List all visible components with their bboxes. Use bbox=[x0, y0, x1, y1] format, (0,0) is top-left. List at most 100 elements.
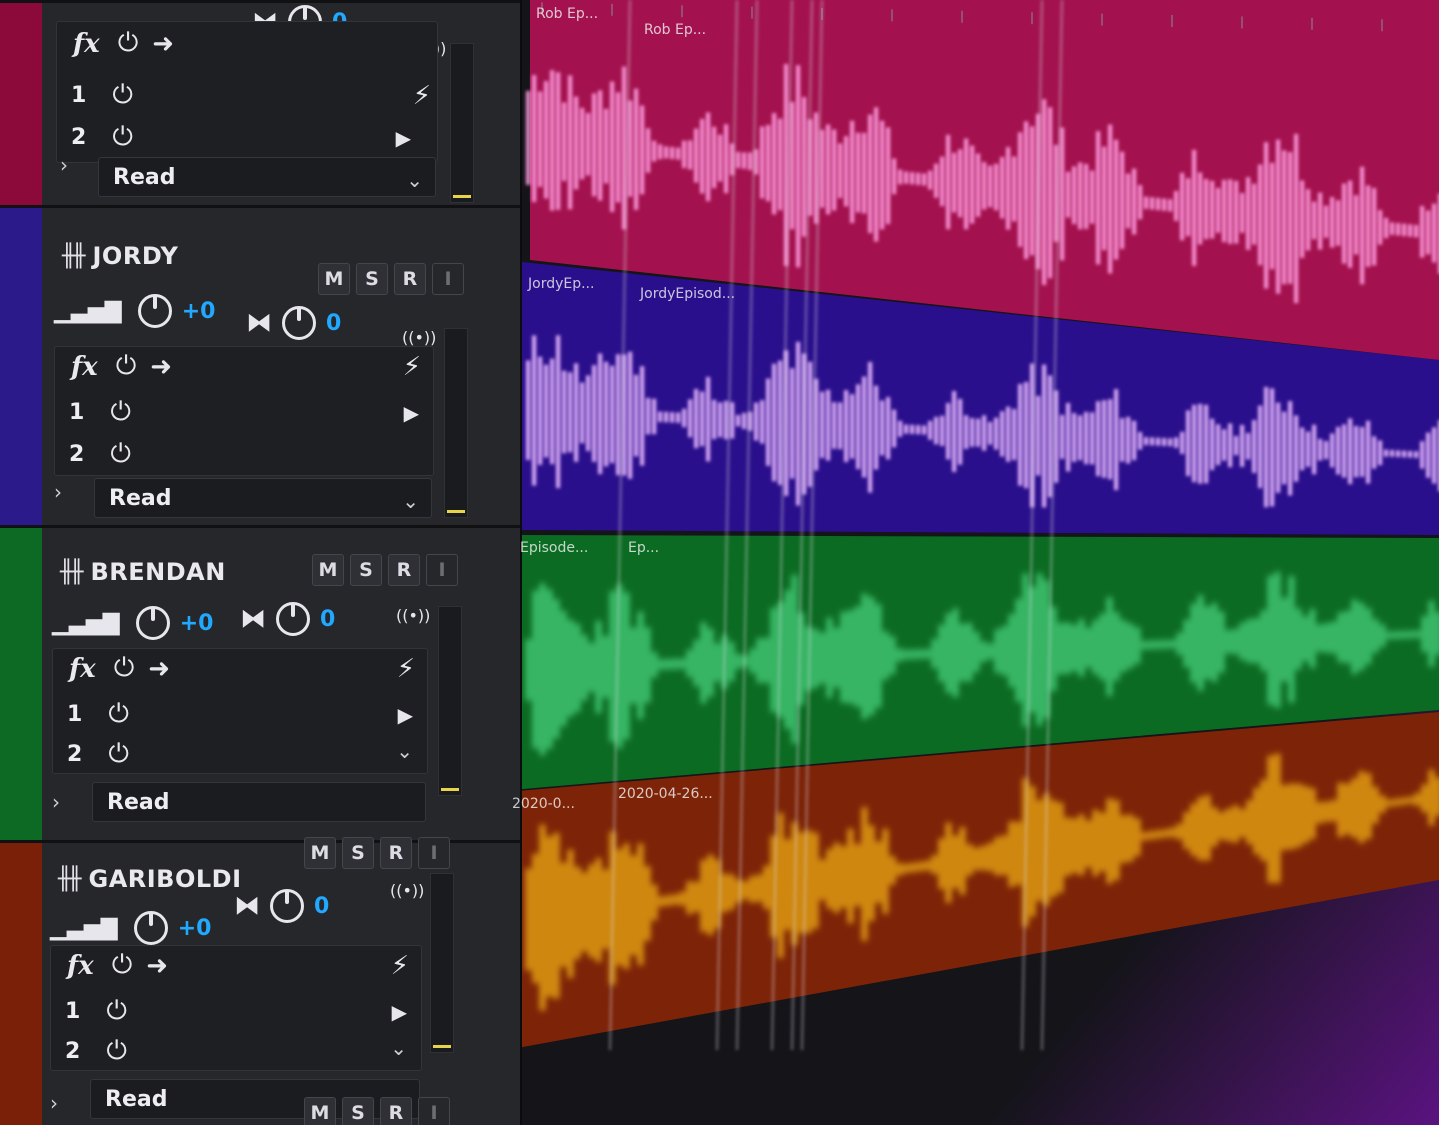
lightning-icon[interactable]: ⚡ bbox=[403, 352, 421, 382]
mute-button[interactable]: M bbox=[318, 263, 350, 295]
input-monitor-button[interactable]: I bbox=[426, 554, 458, 586]
clip-label[interactable]: 2020-04-26... bbox=[618, 786, 713, 802]
volume-knob[interactable] bbox=[135, 606, 170, 640]
chevron-down-icon[interactable]: ⌄ bbox=[402, 489, 419, 513]
waveform-bar bbox=[706, 112, 711, 202]
chevron-right-icon[interactable]: › bbox=[50, 1091, 58, 1115]
waveform-bar bbox=[1132, 420, 1137, 461]
send-icon[interactable]: ➜ bbox=[150, 352, 172, 382]
automation-mode-select[interactable]: Read bbox=[92, 782, 426, 822]
mute-button[interactable]: M bbox=[304, 837, 336, 869]
chevron-down-icon[interactable]: ⌄ bbox=[406, 168, 423, 192]
record-arm-button[interactable]: R bbox=[380, 837, 412, 869]
lightning-icon[interactable]: ⚡ bbox=[391, 951, 409, 981]
power-icon[interactable]: ⏻ bbox=[108, 739, 129, 770]
mute-button[interactable]: M bbox=[312, 554, 344, 586]
fx-icon[interactable]: fx bbox=[67, 951, 94, 981]
waveform-bar bbox=[911, 649, 916, 660]
waveform-bar bbox=[1378, 210, 1383, 245]
fx-inserts-box: fx ⏻ ➜ ⚡ 1 ⏻ ▶ 2 ⏻ bbox=[54, 346, 434, 476]
volume-knob[interactable] bbox=[133, 911, 168, 945]
solo-button[interactable]: S bbox=[350, 554, 382, 586]
waveform-bar bbox=[1072, 624, 1077, 672]
solo-button[interactable]: S bbox=[342, 837, 374, 869]
power-icon[interactable]: ⏻ bbox=[112, 950, 133, 981]
waveform-bar bbox=[1051, 606, 1056, 691]
waveform-bar bbox=[682, 408, 687, 428]
power-icon[interactable]: ⏻ bbox=[118, 28, 139, 59]
solo-button[interactable]: S bbox=[356, 263, 388, 295]
input-monitor-button[interactable]: I bbox=[418, 837, 450, 869]
record-arm-button[interactable]: R bbox=[394, 263, 426, 295]
clip-label[interactable]: 2020-0... bbox=[512, 796, 575, 812]
play-triangle-icon[interactable]: ▶ bbox=[404, 401, 419, 425]
power-icon[interactable]: ⏻ bbox=[114, 653, 135, 684]
waveform-bar bbox=[1006, 406, 1011, 462]
chevron-down-icon[interactable]: ⌄ bbox=[396, 739, 413, 763]
fx-icon[interactable]: fx bbox=[71, 352, 98, 382]
record-arm-button[interactable]: R bbox=[380, 1097, 412, 1125]
timeline-area[interactable]: Rob Ep... Rob Ep... JordyEp... JordyEpis… bbox=[512, 0, 1439, 1125]
power-icon[interactable]: ⏻ bbox=[110, 439, 131, 470]
clip-label[interactable]: Episode... bbox=[520, 540, 588, 556]
automation-mode-select[interactable]: Read ⌄ bbox=[98, 157, 436, 197]
monitor-broadcast-icon[interactable]: ((•)) bbox=[402, 328, 436, 347]
clip-label[interactable]: Rob Ep... bbox=[644, 22, 706, 38]
waveform-bar bbox=[1373, 786, 1378, 824]
track-name[interactable]: BRENDAN bbox=[91, 558, 226, 586]
power-icon[interactable]: ⏻ bbox=[110, 397, 131, 428]
waveform-bar bbox=[673, 894, 678, 905]
waveform-bar bbox=[892, 409, 897, 448]
record-arm-button[interactable]: R bbox=[388, 554, 420, 586]
pan-knob[interactable] bbox=[282, 306, 316, 340]
waveform-bar bbox=[1415, 792, 1420, 806]
power-icon[interactable]: ⏻ bbox=[106, 1036, 127, 1067]
monitor-broadcast-icon[interactable]: ((•)) bbox=[396, 606, 430, 625]
track-name[interactable]: GARIBOLDI bbox=[89, 865, 242, 893]
power-icon[interactable]: ⏻ bbox=[106, 996, 127, 1027]
send-icon[interactable]: ➜ bbox=[146, 951, 168, 981]
chevron-right-icon[interactable]: › bbox=[60, 153, 68, 177]
fx-icon[interactable]: fx bbox=[73, 29, 100, 59]
waveform-bar bbox=[1422, 615, 1427, 653]
play-triangle-icon[interactable]: ▶ bbox=[396, 126, 411, 150]
clip-label[interactable]: JordyEp... bbox=[528, 276, 594, 292]
lightning-icon[interactable]: ⚡ bbox=[397, 654, 415, 684]
clip-label[interactable]: Rob Ep... bbox=[536, 6, 598, 22]
send-icon[interactable]: ➜ bbox=[152, 29, 174, 59]
waveform-bar bbox=[874, 107, 879, 242]
play-triangle-icon[interactable]: ▶ bbox=[392, 1000, 407, 1024]
waveform-bar bbox=[1426, 210, 1431, 255]
power-icon[interactable]: ⏻ bbox=[108, 699, 129, 730]
chevron-right-icon[interactable]: › bbox=[54, 480, 62, 504]
track-name[interactable]: JORDY bbox=[93, 242, 179, 270]
waveform-bar bbox=[532, 75, 537, 203]
play-triangle-icon[interactable]: ▶ bbox=[398, 703, 413, 727]
waveform-bar bbox=[1138, 432, 1143, 450]
waveform-bar bbox=[1204, 178, 1209, 240]
fx-icon[interactable]: fx bbox=[69, 654, 96, 684]
waveform-bar bbox=[568, 372, 573, 453]
power-icon[interactable]: ⏻ bbox=[112, 80, 133, 111]
pan-knob[interactable] bbox=[270, 889, 304, 923]
input-monitor-button[interactable]: I bbox=[418, 1097, 450, 1125]
automation-mode-select[interactable]: Read ⌄ bbox=[94, 478, 432, 518]
chevron-right-icon[interactable]: › bbox=[52, 790, 60, 814]
clip-label[interactable]: JordyEpisod... bbox=[640, 286, 735, 302]
monitor-broadcast-icon[interactable]: ((•)) bbox=[390, 881, 424, 900]
waveform-bar bbox=[589, 864, 594, 958]
volume-knob[interactable] bbox=[137, 294, 172, 328]
waveform-bar bbox=[1348, 180, 1353, 268]
power-icon[interactable]: ⏻ bbox=[116, 351, 137, 382]
waveform-bar bbox=[1338, 782, 1343, 837]
send-icon[interactable]: ➜ bbox=[148, 654, 170, 684]
waveform-bar bbox=[1072, 166, 1077, 225]
pan-knob[interactable] bbox=[276, 602, 310, 636]
chevron-down-icon[interactable]: ⌄ bbox=[390, 1036, 407, 1060]
input-monitor-button[interactable]: I bbox=[432, 263, 464, 295]
power-icon[interactable]: ⏻ bbox=[112, 122, 133, 153]
clip-label[interactable]: Ep... bbox=[628, 540, 659, 556]
mute-button[interactable]: M bbox=[304, 1097, 336, 1125]
lightning-icon[interactable]: ⚡ bbox=[413, 81, 431, 111]
solo-button[interactable]: S bbox=[342, 1097, 374, 1125]
